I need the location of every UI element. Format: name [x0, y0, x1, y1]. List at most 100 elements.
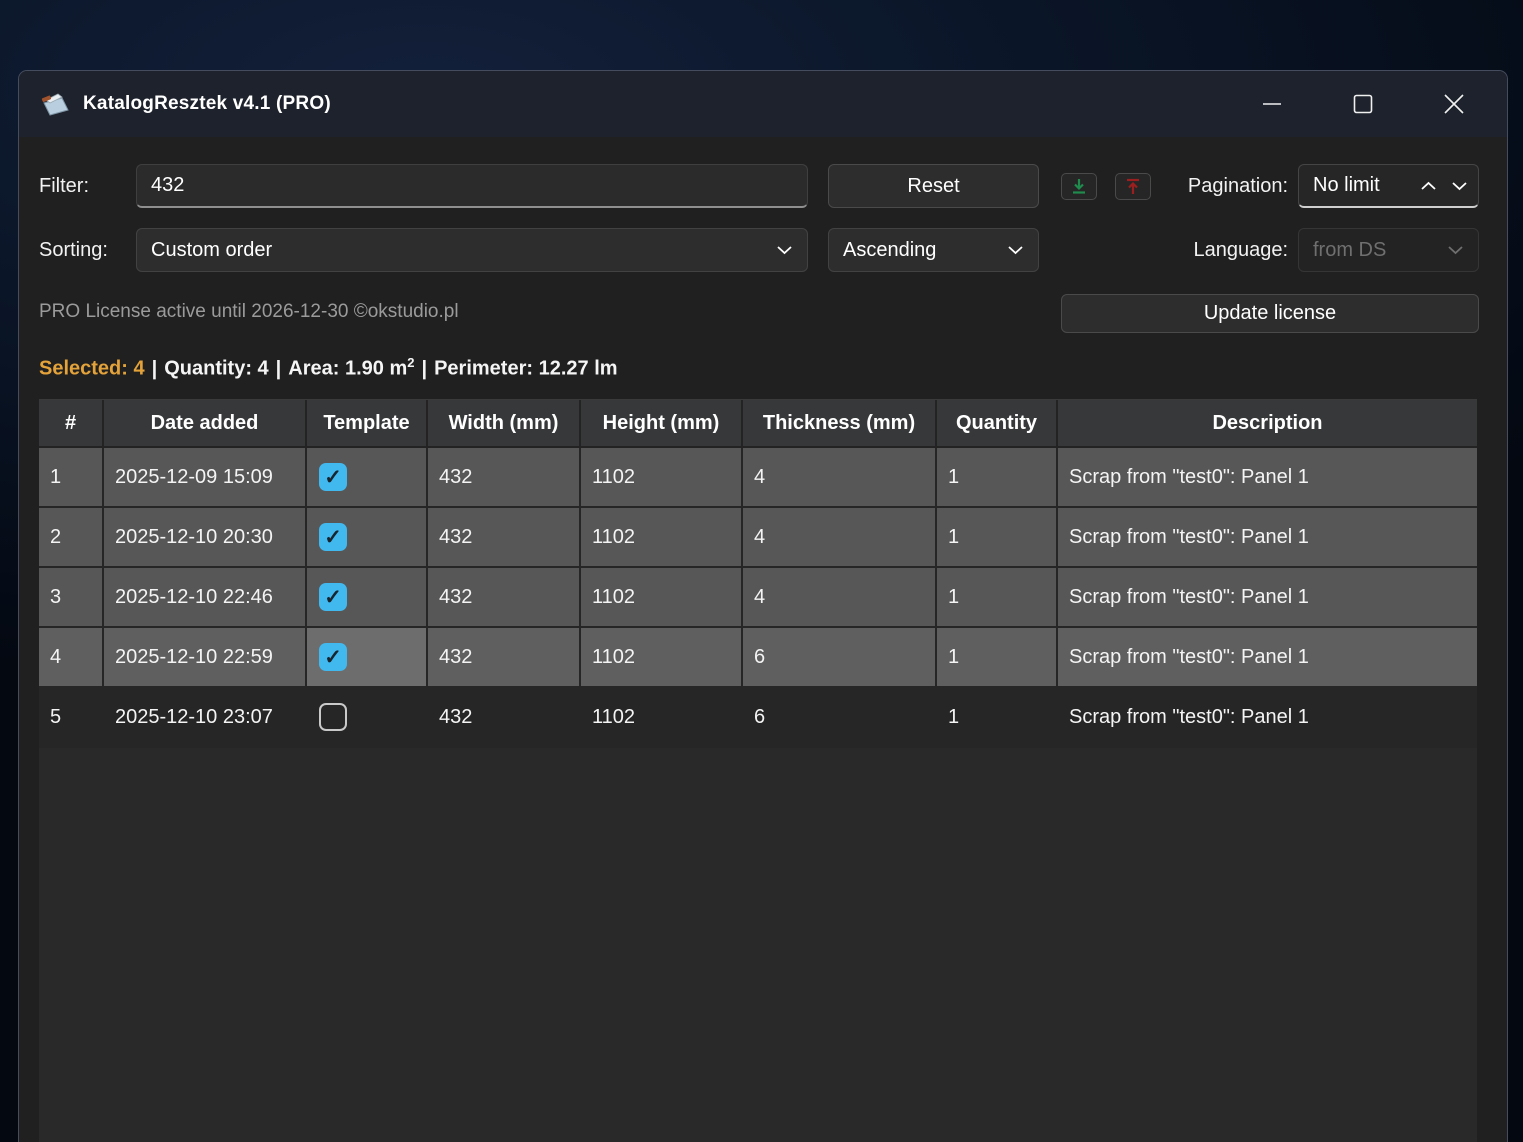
col-header-date-added[interactable]: Date added	[104, 400, 307, 448]
col-header-description[interactable]: Description	[1058, 400, 1477, 448]
update-license-button[interactable]: Update license	[1061, 294, 1479, 333]
table-header-row: # Date added Template Width (mm) Height …	[39, 400, 1477, 448]
window-title: KatalogResztek v4.1 (PRO)	[83, 93, 331, 115]
table-row[interactable]: 3 2025-12-10 22:46 432 1102 4 1 Scrap fr…	[39, 568, 1477, 628]
row-height: 1102	[581, 628, 743, 688]
update-license-label: Update license	[1204, 302, 1336, 325]
maximize-icon	[1351, 92, 1375, 116]
sorting-label: Sorting:	[39, 228, 108, 272]
row-date: 2025-12-10 22:46	[104, 568, 307, 628]
col-header-height[interactable]: Height (mm)	[581, 400, 743, 448]
direction-value: Ascending	[843, 239, 936, 262]
row-thickness: 4	[743, 448, 937, 508]
col-header-index[interactable]: #	[39, 400, 104, 448]
app-icon	[40, 91, 70, 117]
row-description: Scrap from "test0": Panel 1	[1058, 508, 1477, 568]
row-height: 1102	[581, 568, 743, 628]
spinner-down-icon[interactable]	[1451, 181, 1468, 191]
sorting-dropdown[interactable]: Custom order	[136, 228, 808, 272]
minimize-button[interactable]	[1249, 71, 1295, 137]
col-header-template[interactable]: Template	[307, 400, 428, 448]
language-label: Language:	[1149, 228, 1288, 272]
row-quantity: 1	[937, 568, 1058, 628]
row-date: 2025-12-10 22:59	[104, 628, 307, 688]
row-height: 1102	[581, 688, 743, 748]
row-height: 1102	[581, 508, 743, 568]
row-thickness: 4	[743, 568, 937, 628]
row-description: Scrap from "test0": Panel 1	[1058, 628, 1477, 688]
language-dropdown[interactable]: from DS	[1298, 228, 1479, 272]
perimeter-stat: Perimeter: 12.27 lm	[434, 358, 617, 380]
row-index: 3	[39, 568, 104, 628]
table-row[interactable]: 1 2025-12-09 15:09 432 1102 4 1 Scrap fr…	[39, 448, 1477, 508]
row-date: 2025-12-10 20:30	[104, 508, 307, 568]
template-checkbox[interactable]	[319, 703, 347, 731]
close-icon	[1442, 92, 1466, 116]
row-date: 2025-12-10 23:07	[104, 688, 307, 748]
export-up-arrow-icon	[1124, 178, 1142, 195]
window-controls	[1249, 71, 1507, 137]
filter-input[interactable]	[136, 164, 808, 208]
row-description: Scrap from "test0": Panel 1	[1058, 688, 1477, 748]
row-index: 4	[39, 628, 104, 688]
row-quantity: 1	[937, 628, 1058, 688]
pagination-label: Pagination:	[1149, 164, 1288, 208]
row-description: Scrap from "test0": Panel 1	[1058, 448, 1477, 508]
row-date: 2025-12-09 15:09	[104, 448, 307, 508]
chevron-down-icon	[776, 245, 793, 255]
row-index: 5	[39, 688, 104, 748]
import-down-arrow-icon	[1070, 178, 1088, 195]
reset-button-label: Reset	[907, 175, 959, 198]
row-quantity: 1	[937, 448, 1058, 508]
license-status-text: PRO License active until 2026-12-30 ©oks…	[39, 301, 459, 323]
col-header-width[interactable]: Width (mm)	[428, 400, 581, 448]
row-index: 2	[39, 508, 104, 568]
selected-count: Selected: 4	[39, 358, 145, 380]
chevron-down-icon	[1007, 245, 1024, 255]
row-quantity: 1	[937, 508, 1058, 568]
direction-dropdown[interactable]: Ascending	[828, 228, 1039, 272]
row-thickness: 4	[743, 508, 937, 568]
import-button[interactable]	[1061, 173, 1097, 200]
pagination-spinner[interactable]: No limit	[1298, 164, 1479, 208]
template-checkbox[interactable]	[319, 643, 347, 671]
area-stat: Area: 1.90 m	[288, 358, 407, 380]
spinner-up-icon[interactable]	[1420, 181, 1437, 191]
chevron-down-icon	[1447, 245, 1464, 255]
col-header-quantity[interactable]: Quantity	[937, 400, 1058, 448]
title-bar: KatalogResztek v4.1 (PRO)	[19, 71, 1507, 137]
row-thickness: 6	[743, 688, 937, 748]
col-header-thickness[interactable]: Thickness (mm)	[743, 400, 937, 448]
maximize-button[interactable]	[1340, 71, 1386, 137]
table-row[interactable]: 5 2025-12-10 23:07 432 1102 6 1 Scrap fr…	[39, 688, 1477, 748]
row-width: 432	[428, 688, 581, 748]
row-quantity: 1	[937, 688, 1058, 748]
selection-stats: Selected: 4|Quantity: 4|Area: 1.90 m2|Pe…	[39, 355, 618, 381]
template-checkbox[interactable]	[319, 583, 347, 611]
filter-label: Filter:	[39, 164, 89, 208]
quantity-stat: Quantity: 4	[164, 358, 268, 380]
table-row[interactable]: 2 2025-12-10 20:30 432 1102 4 1 Scrap fr…	[39, 508, 1477, 568]
sorting-value: Custom order	[151, 239, 272, 262]
export-button[interactable]	[1115, 173, 1151, 200]
template-checkbox[interactable]	[319, 463, 347, 491]
row-height: 1102	[581, 448, 743, 508]
stats-separator: |	[145, 358, 165, 380]
row-width: 432	[428, 628, 581, 688]
scrap-table: # Date added Template Width (mm) Height …	[39, 399, 1477, 1142]
table-row[interactable]: 4 2025-12-10 22:59 432 1102 6 1 Scrap fr…	[39, 628, 1477, 688]
app-window: KatalogResztek v4.1 (PRO) Filter: Reset …	[18, 70, 1508, 1142]
row-width: 432	[428, 448, 581, 508]
row-index: 1	[39, 448, 104, 508]
stats-separator: |	[414, 358, 434, 380]
minimize-icon	[1260, 92, 1284, 116]
language-value: from DS	[1313, 239, 1386, 262]
template-checkbox[interactable]	[319, 523, 347, 551]
stats-separator: |	[269, 358, 289, 380]
row-description: Scrap from "test0": Panel 1	[1058, 568, 1477, 628]
pagination-value: No limit	[1313, 174, 1380, 197]
close-button[interactable]	[1431, 71, 1477, 137]
reset-button[interactable]: Reset	[828, 164, 1039, 208]
row-width: 432	[428, 568, 581, 628]
row-width: 432	[428, 508, 581, 568]
